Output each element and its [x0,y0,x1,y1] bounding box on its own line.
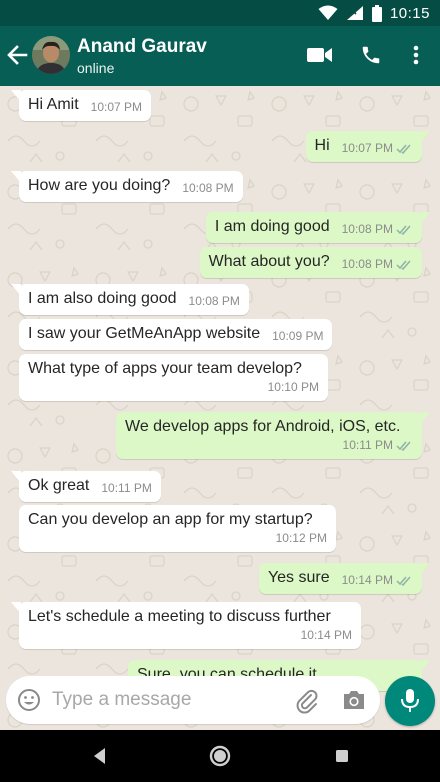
message-time: 10:09 PM [272,329,324,343]
message-bubble-outgoing[interactable]: I am doing good 10:08 PM [205,212,430,243]
phone-icon [362,46,380,64]
message-text: Can you develop an app for my startup? [28,511,313,528]
message-bubble-incoming[interactable]: I saw your GetMeAnApp website 10:09 PM [19,319,333,350]
message-text: I am also doing good [28,290,177,307]
attach-icon[interactable] [294,688,320,714]
message-bubble-outgoing[interactable]: We develop apps for Android, iOS, etc. 10… [116,412,430,459]
battery-icon [371,4,382,22]
voice-call-button[interactable] [357,42,385,68]
double-check-icon [396,441,411,451]
message-bubble-incoming[interactable]: Hi Amit 10:07 PM [11,90,152,121]
video-call-icon [307,48,332,62]
message-time: 10:12 PM [275,531,327,545]
avatar[interactable] [32,36,70,74]
double-check-icon [396,260,411,270]
message-bubble-incoming[interactable]: Let's schedule a meeting to discuss furt… [11,602,361,649]
message-bubble-incoming[interactable]: Ok great 10:11 PM [11,471,161,502]
message-bubble-outgoing[interactable]: Yes sure 10:14 PM [258,563,430,594]
message-time: 10:08 PM [341,257,393,271]
message-text: Ok great [28,477,90,494]
message-text: How are you doing? [28,177,171,194]
double-check-icon [396,144,411,154]
wifi-icon [318,5,338,20]
message-text: What type of apps your team develop? [28,360,302,377]
message-time: 10:08 PM [188,294,240,308]
message-composer [6,676,380,724]
message-input[interactable] [52,686,282,714]
message-time: 10:07 PM [341,141,393,155]
nav-recents-icon[interactable] [330,744,354,768]
message-text: What about you? [208,253,330,270]
nav-back-icon[interactable] [88,744,112,768]
voice-record-button[interactable] [385,676,435,726]
message-text: I am doing good [214,218,330,235]
message-text: Hi Amit [28,96,79,113]
message-list[interactable]: Hi Amit 10:07 PM Hi 10:07 PM How are you d… [0,86,440,730]
double-check-icon [396,225,411,235]
signal-icon [346,6,363,20]
message-text: We develop apps for Android, iOS, etc. [125,418,401,435]
contact-name[interactable]: Anand Gaurav [77,36,207,58]
mic-icon [401,689,419,712]
status-time: 10:15 [389,4,430,22]
message-bubble-incoming[interactable]: How are you doing? 10:08 PM [11,171,243,202]
message-time: 10:08 PM [341,222,393,236]
message-bubble-incoming[interactable]: Can you develop an app for my startup? 10… [19,505,336,552]
message-text: Let's schedule a meeting to discuss furt… [28,608,331,625]
nav-home-icon[interactable] [208,744,232,768]
message-text: Yes sure [267,569,330,586]
message-time: 10:11 PM [101,481,152,495]
more-vert-icon [413,45,419,65]
message-text: Hi [314,137,330,154]
message-bubble-outgoing[interactable]: Hi 10:07 PM [305,131,430,162]
message-text: I saw your GetMeAnApp website [28,325,261,342]
double-check-icon [396,576,411,586]
message-time: 10:14 PM [300,628,352,642]
status-bar: 10:15 [0,0,440,26]
message-bubble-incoming[interactable]: I am also doing good 10:08 PM [11,284,249,315]
chat-header: Anand Gaurav online [0,26,440,86]
system-navigation-bar [0,730,440,782]
video-call-button[interactable] [306,42,334,68]
message-time: 10:07 PM [90,100,143,114]
back-arrow-icon[interactable] [6,43,28,67]
message-time: 10:11 PM [342,438,393,452]
emoji-icon[interactable] [17,688,41,712]
whatsapp-chat-screen: 10:15 Anand Gaurav online Hi Amit 10:07 … [0,0,440,782]
contact-status: online [77,60,115,76]
message-bubble-incoming[interactable]: What type of apps your team develop? 10:1… [19,354,328,401]
message-time: 10:08 PM [182,181,234,195]
message-bubble-outgoing[interactable]: What about you? 10:08 PM [199,247,422,278]
message-time: 10:10 PM [267,380,319,394]
camera-icon[interactable] [342,689,366,711]
message-time: 10:14 PM [341,573,393,587]
more-options-button[interactable] [402,42,430,68]
